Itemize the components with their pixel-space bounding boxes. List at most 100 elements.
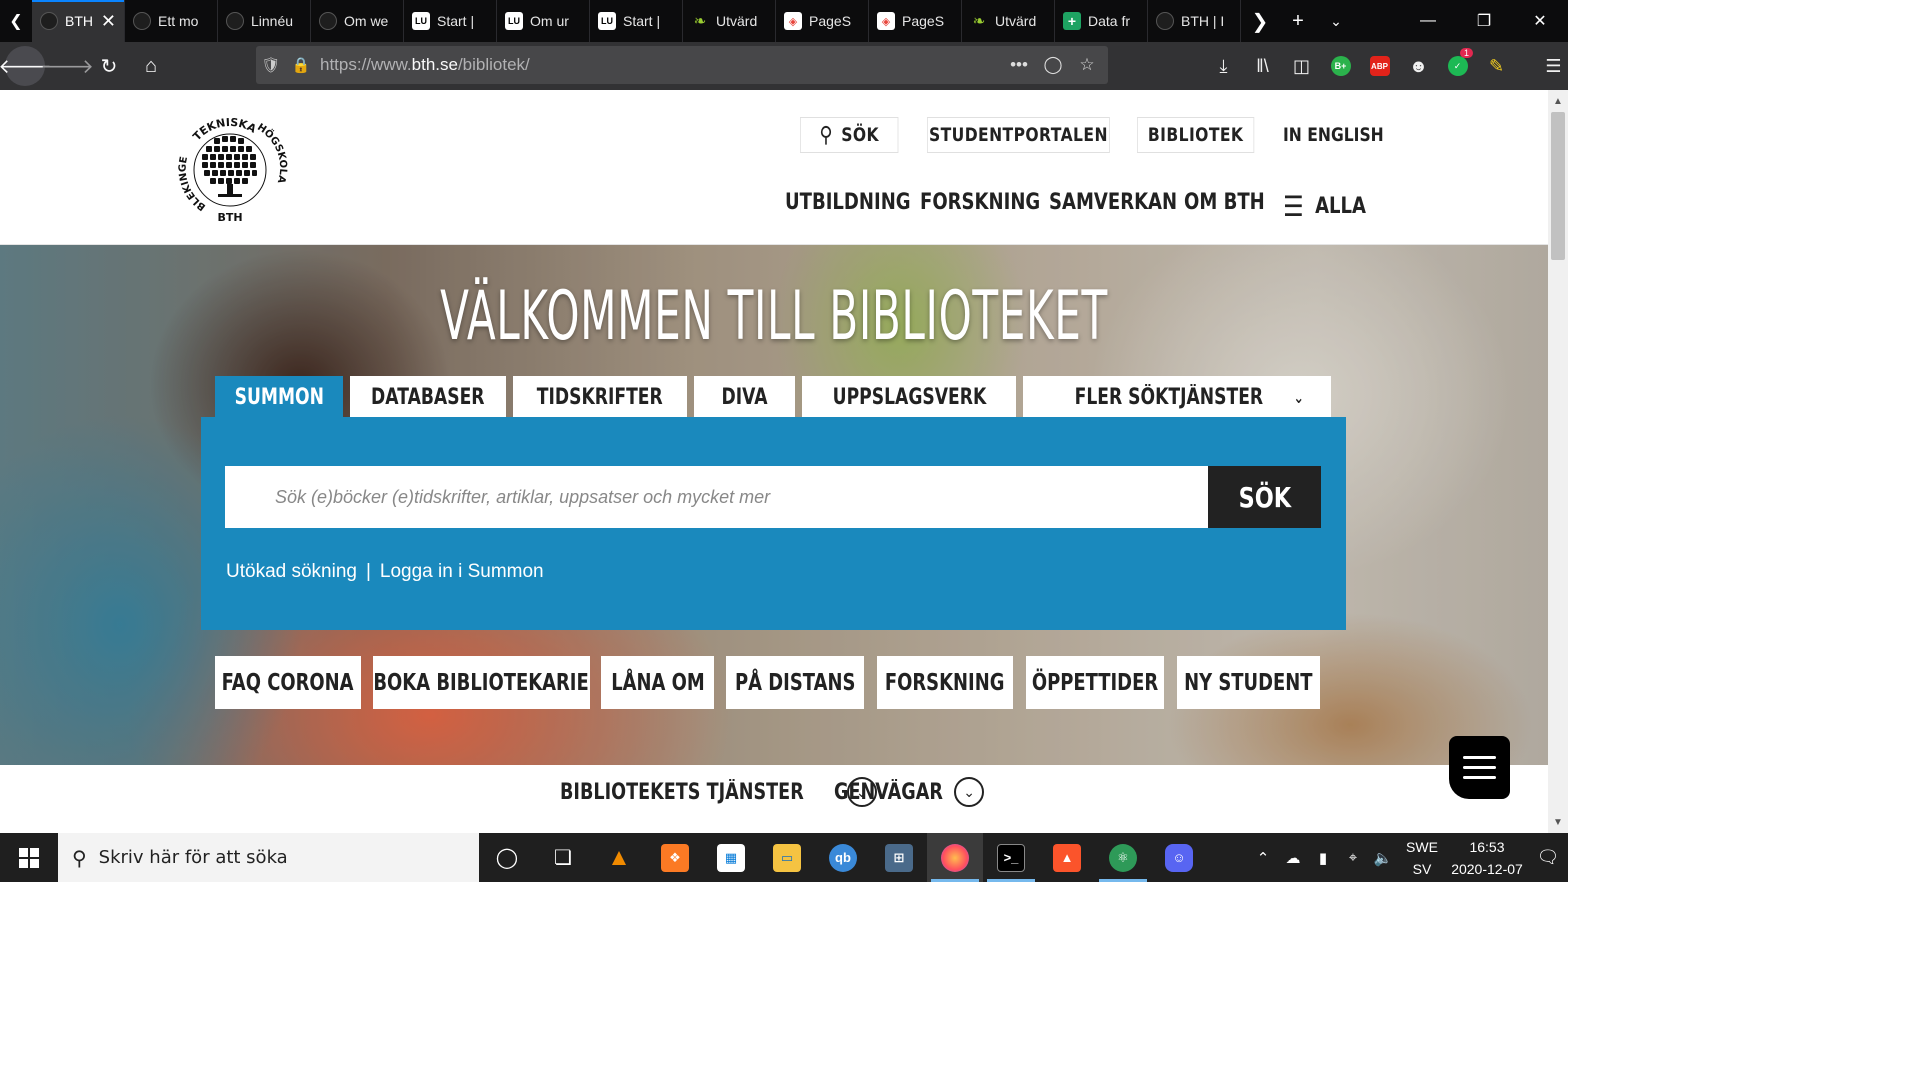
qbittorrent-icon[interactable]: qb — [815, 833, 871, 882]
home-button[interactable]: ⌂ — [131, 46, 171, 86]
pen-extension-icon[interactable]: ✎ — [1477, 42, 1516, 90]
nav-collaboration[interactable]: SAMVERKAN — [1049, 190, 1177, 215]
new-tab-button[interactable]: + — [1279, 0, 1317, 42]
login-summon-link[interactable]: Logga in i Summon — [380, 561, 544, 583]
start-button[interactable] — [0, 833, 58, 882]
restore-button[interactable]: ❐ — [1456, 0, 1512, 42]
tab-scroll-left-button[interactable]: ❮ — [0, 0, 32, 42]
quicklink-book-librarian[interactable]: BOKA BIBLIOTEKARIE — [373, 656, 590, 709]
tab-scroll-right-button[interactable]: ❯ — [1241, 0, 1279, 42]
floating-menu-button[interactable] — [1449, 736, 1510, 799]
adblock-plus-icon[interactable]: ABP — [1360, 42, 1399, 90]
forward-button[interactable]: 🡒 — [40, 46, 94, 86]
vlc-icon[interactable]: ▲ — [591, 833, 647, 882]
calculator-icon[interactable]: ⊞ — [871, 833, 927, 882]
tab-list-dropdown-button[interactable]: ⌄ — [1317, 0, 1355, 42]
file-explorer-icon[interactable]: ▭ — [759, 833, 815, 882]
nav-education[interactable]: UTBILDNING — [785, 190, 911, 215]
terminal-icon[interactable]: >_ — [983, 833, 1039, 882]
language-indicator[interactable]: SWE SV — [1398, 836, 1446, 880]
browser-tab[interactable]: LU Om ur — [497, 0, 590, 42]
browser-tab[interactable]: ◈ PageS — [776, 0, 869, 42]
volume-icon[interactable]: 🔈 — [1368, 849, 1398, 867]
search-button[interactable]: SÖK — [1208, 466, 1321, 528]
browser-tab[interactable]: ❧ Utvärd — [962, 0, 1055, 42]
browser-tab[interactable]: BTH | I — [1148, 0, 1241, 42]
quicklink-faq-corona[interactable]: FAQ CORONA — [215, 656, 361, 709]
student-portal-button[interactable]: STUDENTPORTALEN — [927, 117, 1110, 153]
tab-title: PageS — [902, 13, 945, 29]
scroll-down-arrow-icon[interactable]: ▼ — [1548, 813, 1568, 831]
nav-all-menu[interactable]: ☰ ALLA — [1283, 190, 1366, 223]
account-icon[interactable]: ☻ — [1399, 42, 1438, 90]
browser-tab[interactable]: Om we — [311, 0, 404, 42]
bplus-extension-icon[interactable]: B+ — [1321, 42, 1360, 90]
task-view-icon[interactable]: ❏ — [535, 833, 591, 882]
library-button[interactable]: BIBLIOTEK — [1137, 117, 1255, 153]
onedrive-icon[interactable]: ☁ — [1278, 849, 1308, 867]
tab-reference[interactable]: UPPSLAGSVERK — [802, 376, 1016, 418]
close-window-button[interactable]: ✕ — [1512, 0, 1568, 42]
lock-icon[interactable]: 🔒 — [286, 56, 316, 74]
quicklink-research[interactable]: FORSKNING — [877, 656, 1013, 709]
browser-tab[interactable]: LU Start | — [404, 0, 497, 42]
browser-tab[interactable]: BTH ✕ — [32, 0, 125, 42]
page-scrollbar[interactable]: ▲ ▼ — [1548, 90, 1568, 833]
wifi-icon[interactable]: ⌖ — [1338, 849, 1368, 866]
nav-about[interactable]: OM BTH — [1184, 190, 1265, 215]
in-english-link[interactable]: IN ENGLISH — [1283, 117, 1384, 153]
search-input[interactable] — [225, 466, 1208, 528]
browser-tab[interactable]: ❧ Utvärd — [683, 0, 776, 42]
quicklink-renew[interactable]: LÅNA OM — [601, 656, 714, 709]
tab-diva[interactable]: DIVA — [694, 376, 795, 418]
minimize-button[interactable]: — — [1400, 0, 1456, 42]
hamburger-menu-icon[interactable]: ☰ — [1534, 42, 1573, 90]
tab-summon[interactable]: SUMMON — [215, 376, 343, 418]
tab-journals[interactable]: TIDSKRIFTER — [513, 376, 687, 418]
quicklink-distance[interactable]: PÅ DISTANS — [726, 656, 864, 709]
library-icon[interactable]: ‖\ — [1243, 42, 1282, 90]
scroll-up-arrow-icon[interactable]: ▲ — [1548, 92, 1568, 110]
security-extension-icon[interactable]: ✓ 1 — [1438, 42, 1477, 90]
tray-expand-icon[interactable]: ⌃ — [1248, 849, 1278, 867]
scrollbar-thumb[interactable] — [1551, 112, 1565, 260]
bookmark-star-icon[interactable]: ☆ — [1072, 55, 1102, 75]
atom-icon[interactable]: ⚛ — [1095, 833, 1151, 882]
cortana-icon[interactable]: ◯ — [479, 833, 535, 882]
shortcuts-toggle[interactable]: GENVÄGAR ⌄ — [834, 777, 985, 807]
brave-icon[interactable]: ▲ — [1039, 833, 1095, 882]
page-actions-icon[interactable]: ••• — [1004, 55, 1034, 75]
sidebar-icon[interactable]: ◫ — [1282, 42, 1321, 90]
search-link-button[interactable]: ⚲ SÖK — [800, 117, 899, 153]
shield-icon[interactable]: 🛡 — [256, 56, 286, 74]
notification-center-icon[interactable]: 🗨 — [1528, 847, 1568, 868]
browser-tab[interactable]: + Data fr — [1055, 0, 1148, 42]
clock[interactable]: 16:53 2020-12-07 — [1446, 836, 1528, 880]
firefox-icon[interactable] — [927, 833, 983, 882]
tab-more-search-services[interactable]: FLER SÖKTJÄNSTER ⌄ — [1023, 376, 1331, 418]
quicklink-opening-hours[interactable]: ÖPPETTIDER — [1026, 656, 1164, 709]
browser-tab[interactable]: ◈ PageS — [869, 0, 962, 42]
browser-tab[interactable]: LU Start | — [590, 0, 683, 42]
browser-tab[interactable]: Ett mo — [125, 0, 218, 42]
tab-databases[interactable]: DATABASER — [350, 376, 506, 418]
discord-icon[interactable]: ☺ — [1151, 833, 1207, 882]
url-text[interactable]: https://www.bth.se/bibliotek/ — [320, 55, 530, 75]
downloads-icon[interactable]: ⤓ — [1204, 42, 1243, 90]
library-services-toggle[interactable]: BIBLIOTEKETS TJÄNSTER ⌄ — [560, 777, 877, 807]
close-tab-icon[interactable]: ✕ — [101, 11, 116, 32]
pocket-icon[interactable]: ◯ — [1038, 55, 1068, 75]
xampp-icon[interactable]: ❖ — [647, 833, 703, 882]
nav-research[interactable]: FORSKNING — [920, 190, 1040, 215]
in-english-label: IN ENGLISH — [1283, 124, 1384, 146]
back-button[interactable]: 🡐 — [0, 46, 52, 86]
url-bar[interactable]: 🛡 🔒 https://www.bth.se/bibliotek/ ••• ◯ … — [256, 46, 1108, 84]
battery-icon[interactable]: ▮ — [1308, 849, 1338, 867]
store-icon[interactable]: ▦ — [703, 833, 759, 882]
taskbar-search-box[interactable]: ⚲ Skriv här för att söka — [58, 833, 479, 882]
bth-logo[interactable]: TEKNISKA HÖGSKOLA BLEKINGE BTH — [170, 108, 290, 228]
reload-button[interactable]: ↻ — [89, 46, 129, 86]
browser-tab[interactable]: Linnéu — [218, 0, 311, 42]
quicklink-new-student[interactable]: NY STUDENT — [1177, 656, 1320, 709]
advanced-search-link[interactable]: Utökad sökning — [226, 561, 357, 583]
